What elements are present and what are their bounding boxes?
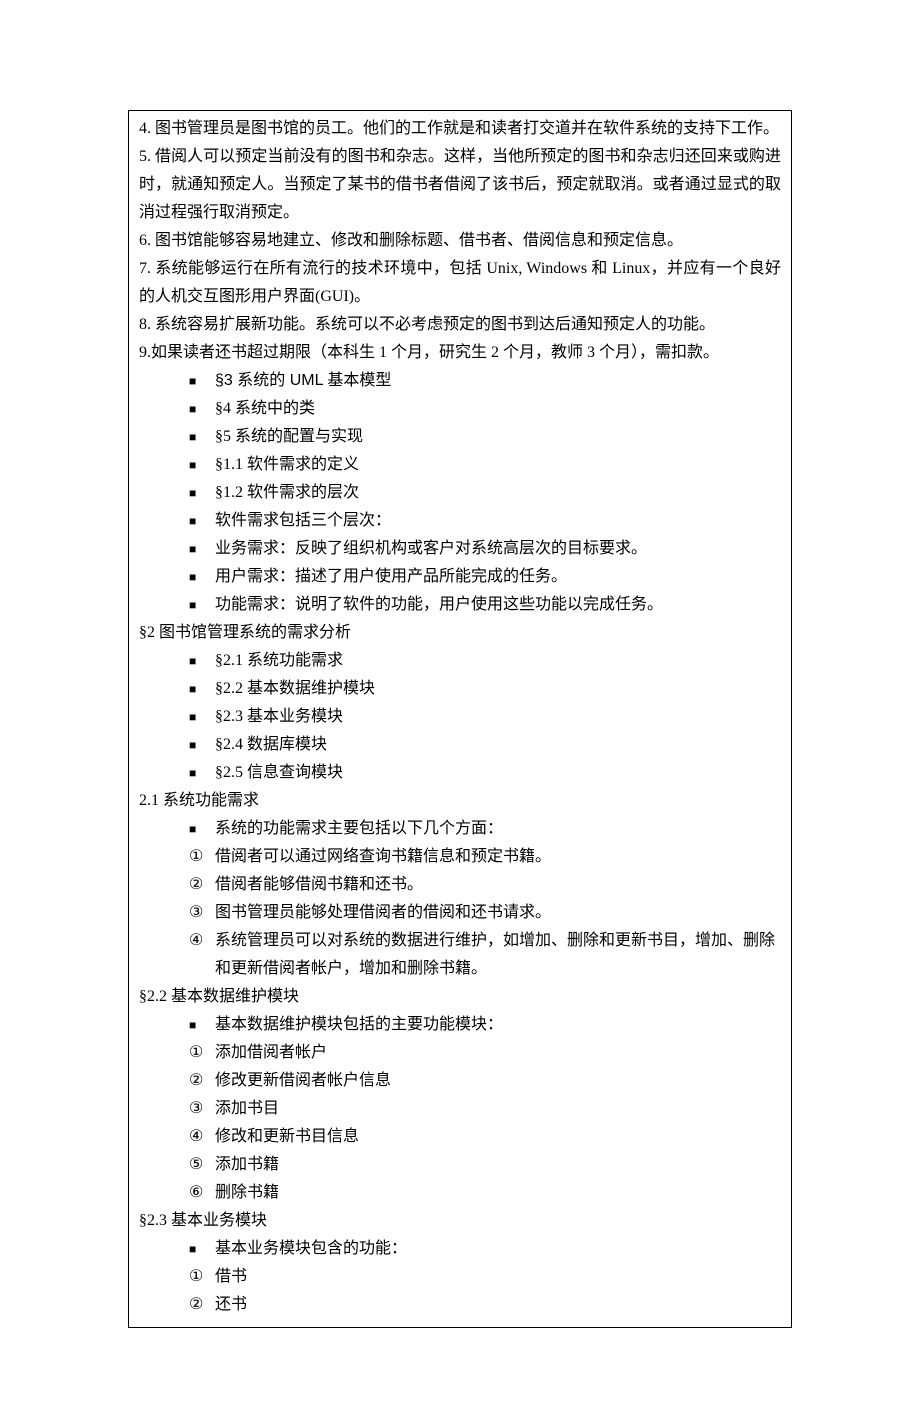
circled-5-icon: ⑤ bbox=[189, 1151, 203, 1179]
document-page: 4. 图书管理员是图书馆的员工。他们的工作就是和读者打交道并在软件系统的支持下工… bbox=[0, 0, 920, 1408]
content-frame: 4. 图书管理员是图书馆的员工。他们的工作就是和读者打交道并在软件系统的支持下工… bbox=[128, 110, 792, 1328]
toc-item-s1-2: §1.2 软件需求的层次 bbox=[139, 479, 781, 507]
s2-item-4: §2.4 数据库模块 bbox=[139, 731, 781, 759]
toc-item-s5: §5 系统的配置与实现 bbox=[139, 423, 781, 451]
s2-3-lead: 基本业务模块包含的功能： bbox=[139, 1235, 781, 1263]
s2-1-lead: 系统的功能需求主要包括以下几个方面： bbox=[139, 815, 781, 843]
intro-paragraph-6: 6. 图书馆能够容易地建立、修改和删除标题、借书者、借阅信息和预定信息。 bbox=[139, 227, 781, 255]
toc-item-biz-req: 业务需求：反映了组织机构或客户对系统高层次的目标要求。 bbox=[139, 535, 781, 563]
s2-2-n1: ① 添加借阅者帐户 bbox=[139, 1039, 781, 1067]
s2-2-n2-text: 修改更新借阅者帐户信息 bbox=[215, 1072, 391, 1089]
circled-6-icon: ⑥ bbox=[189, 1179, 203, 1207]
s2-3-n1: ① 借书 bbox=[139, 1263, 781, 1291]
s2-2-n3: ③ 添加书目 bbox=[139, 1095, 781, 1123]
circled-1-icon: ① bbox=[189, 1263, 203, 1291]
s2-2-lead: 基本数据维护模块包括的主要功能模块： bbox=[139, 1011, 781, 1039]
s2-1-n2-text: 借阅者能够借阅书籍和还书。 bbox=[215, 876, 423, 893]
toc-item-req-levels: 软件需求包括三个层次： bbox=[139, 507, 781, 535]
toc-list-1: §3 系统的 UML 基本模型 §4 系统中的类 §5 系统的配置与实现 §1.… bbox=[139, 367, 781, 619]
s2-2-n5: ⑤ 添加书籍 bbox=[139, 1151, 781, 1179]
s2-1-n3-text: 图书管理员能够处理借阅者的借阅和还书请求。 bbox=[215, 904, 551, 921]
circled-4-icon: ④ bbox=[189, 1123, 203, 1151]
toc-item-s3-text: §3 系统的 UML 基本模型 bbox=[215, 372, 391, 389]
s2-1-n4: ④ 系统管理员可以对系统的数据进行维护，如增加、删除和更新书目，增加、删除和更新借… bbox=[139, 927, 781, 983]
s2-item-2: §2.2 基本数据维护模块 bbox=[139, 675, 781, 703]
s2-3-n2-text: 还书 bbox=[215, 1296, 247, 1313]
section-2-2-heading: §2.2 基本数据维护模块 bbox=[139, 983, 781, 1011]
toc-item-s4: §4 系统中的类 bbox=[139, 395, 781, 423]
s2-3-n1-text: 借书 bbox=[215, 1268, 247, 1285]
toc-item-s3: §3 系统的 UML 基本模型 bbox=[139, 367, 781, 395]
circled-4-icon: ④ bbox=[189, 927, 203, 955]
circled-1-icon: ① bbox=[189, 843, 203, 871]
section-2-1-numlist: ① 借阅者可以通过网络查询书籍信息和预定书籍。 ② 借阅者能够借阅书籍和还书。 ③图… bbox=[139, 843, 781, 983]
intro-paragraph-8: 8. 系统容易扩展新功能。系统可以不必考虑预定的图书到达后通知预定人的功能。 bbox=[139, 311, 781, 339]
circled-3-icon: ③ bbox=[189, 899, 203, 927]
circled-1-icon: ① bbox=[189, 1039, 203, 1067]
s2-2-n2: ② 修改更新借阅者帐户信息 bbox=[139, 1067, 781, 1095]
s2-item-5: §2.5 信息查询模块 bbox=[139, 759, 781, 787]
s2-2-n6-text: 删除书籍 bbox=[215, 1184, 279, 1201]
s2-item-3: §2.3 基本业务模块 bbox=[139, 703, 781, 731]
toc-item-func-req: 功能需求：说明了软件的功能，用户使用这些功能以完成任务。 bbox=[139, 591, 781, 619]
section-2-list: §2.1 系统功能需求 §2.2 基本数据维护模块 §2.3 基本业务模块 §2… bbox=[139, 647, 781, 787]
section-2-2-numlist: ① 添加借阅者帐户 ② 修改更新借阅者帐户信息 ③ 添加书目 ④ 修改和更新书目信息 ⑤… bbox=[139, 1039, 781, 1207]
s2-3-n2: ② 还书 bbox=[139, 1291, 781, 1319]
section-2-3-lead-list: 基本业务模块包含的功能： bbox=[139, 1235, 781, 1263]
s2-1-n1-text: 借阅者可以通过网络查询书籍信息和预定书籍。 bbox=[215, 848, 551, 865]
s2-1-n4-text: 系统管理员可以对系统的数据进行维护，如增加、删除和更新书目，增加、删除和更新借阅… bbox=[215, 932, 775, 977]
toc-item-s1-1: §1.1 软件需求的定义 bbox=[139, 451, 781, 479]
section-2-3-heading: §2.3 基本业务模块 bbox=[139, 1207, 781, 1235]
circled-3-icon: ③ bbox=[189, 1095, 203, 1123]
s2-1-n2: ② 借阅者能够借阅书籍和还书。 bbox=[139, 871, 781, 899]
circled-2-icon: ② bbox=[189, 1067, 203, 1095]
circled-2-icon: ② bbox=[189, 871, 203, 899]
s2-2-n6: ⑥ 删除书籍 bbox=[139, 1179, 781, 1207]
intro-paragraph-5: 5. 借阅人可以预定当前没有的图书和杂志。这样，当他所预定的图书和杂志归还回来或… bbox=[139, 143, 781, 227]
s2-2-n4-text: 修改和更新书目信息 bbox=[215, 1128, 359, 1145]
s2-2-n3-text: 添加书目 bbox=[215, 1100, 279, 1117]
intro-paragraph-7: 7. 系统能够运行在所有流行的技术环境中，包括 Unix, Windows 和 … bbox=[139, 255, 781, 311]
s2-1-n1: ① 借阅者可以通过网络查询书籍信息和预定书籍。 bbox=[139, 843, 781, 871]
circled-2-icon: ② bbox=[189, 1291, 203, 1319]
section-2-3-numlist: ① 借书 ② 还书 bbox=[139, 1263, 781, 1319]
section-2-heading: §2 图书馆管理系统的需求分析 bbox=[139, 619, 781, 647]
section-2-1-lead-list: 系统的功能需求主要包括以下几个方面： bbox=[139, 815, 781, 843]
intro-paragraph-9: 9.如果读者还书超过期限（本科生 1 个月，研究生 2 个月，教师 3 个月），… bbox=[139, 339, 781, 367]
intro-paragraph-4: 4. 图书管理员是图书馆的员工。他们的工作就是和读者打交道并在软件系统的支持下工… bbox=[139, 115, 781, 143]
s2-item-1: §2.1 系统功能需求 bbox=[139, 647, 781, 675]
toc-item-user-req: 用户需求：描述了用户使用产品所能完成的任务。 bbox=[139, 563, 781, 591]
s2-2-n4: ④ 修改和更新书目信息 bbox=[139, 1123, 781, 1151]
section-2-2-lead-list: 基本数据维护模块包括的主要功能模块： bbox=[139, 1011, 781, 1039]
s2-2-n5-text: 添加书籍 bbox=[215, 1156, 279, 1173]
s2-2-n1-text: 添加借阅者帐户 bbox=[215, 1044, 327, 1061]
section-2-1-heading: 2.1 系统功能需求 bbox=[139, 787, 781, 815]
s2-1-n3: ③ 图书管理员能够处理借阅者的借阅和还书请求。 bbox=[139, 899, 781, 927]
